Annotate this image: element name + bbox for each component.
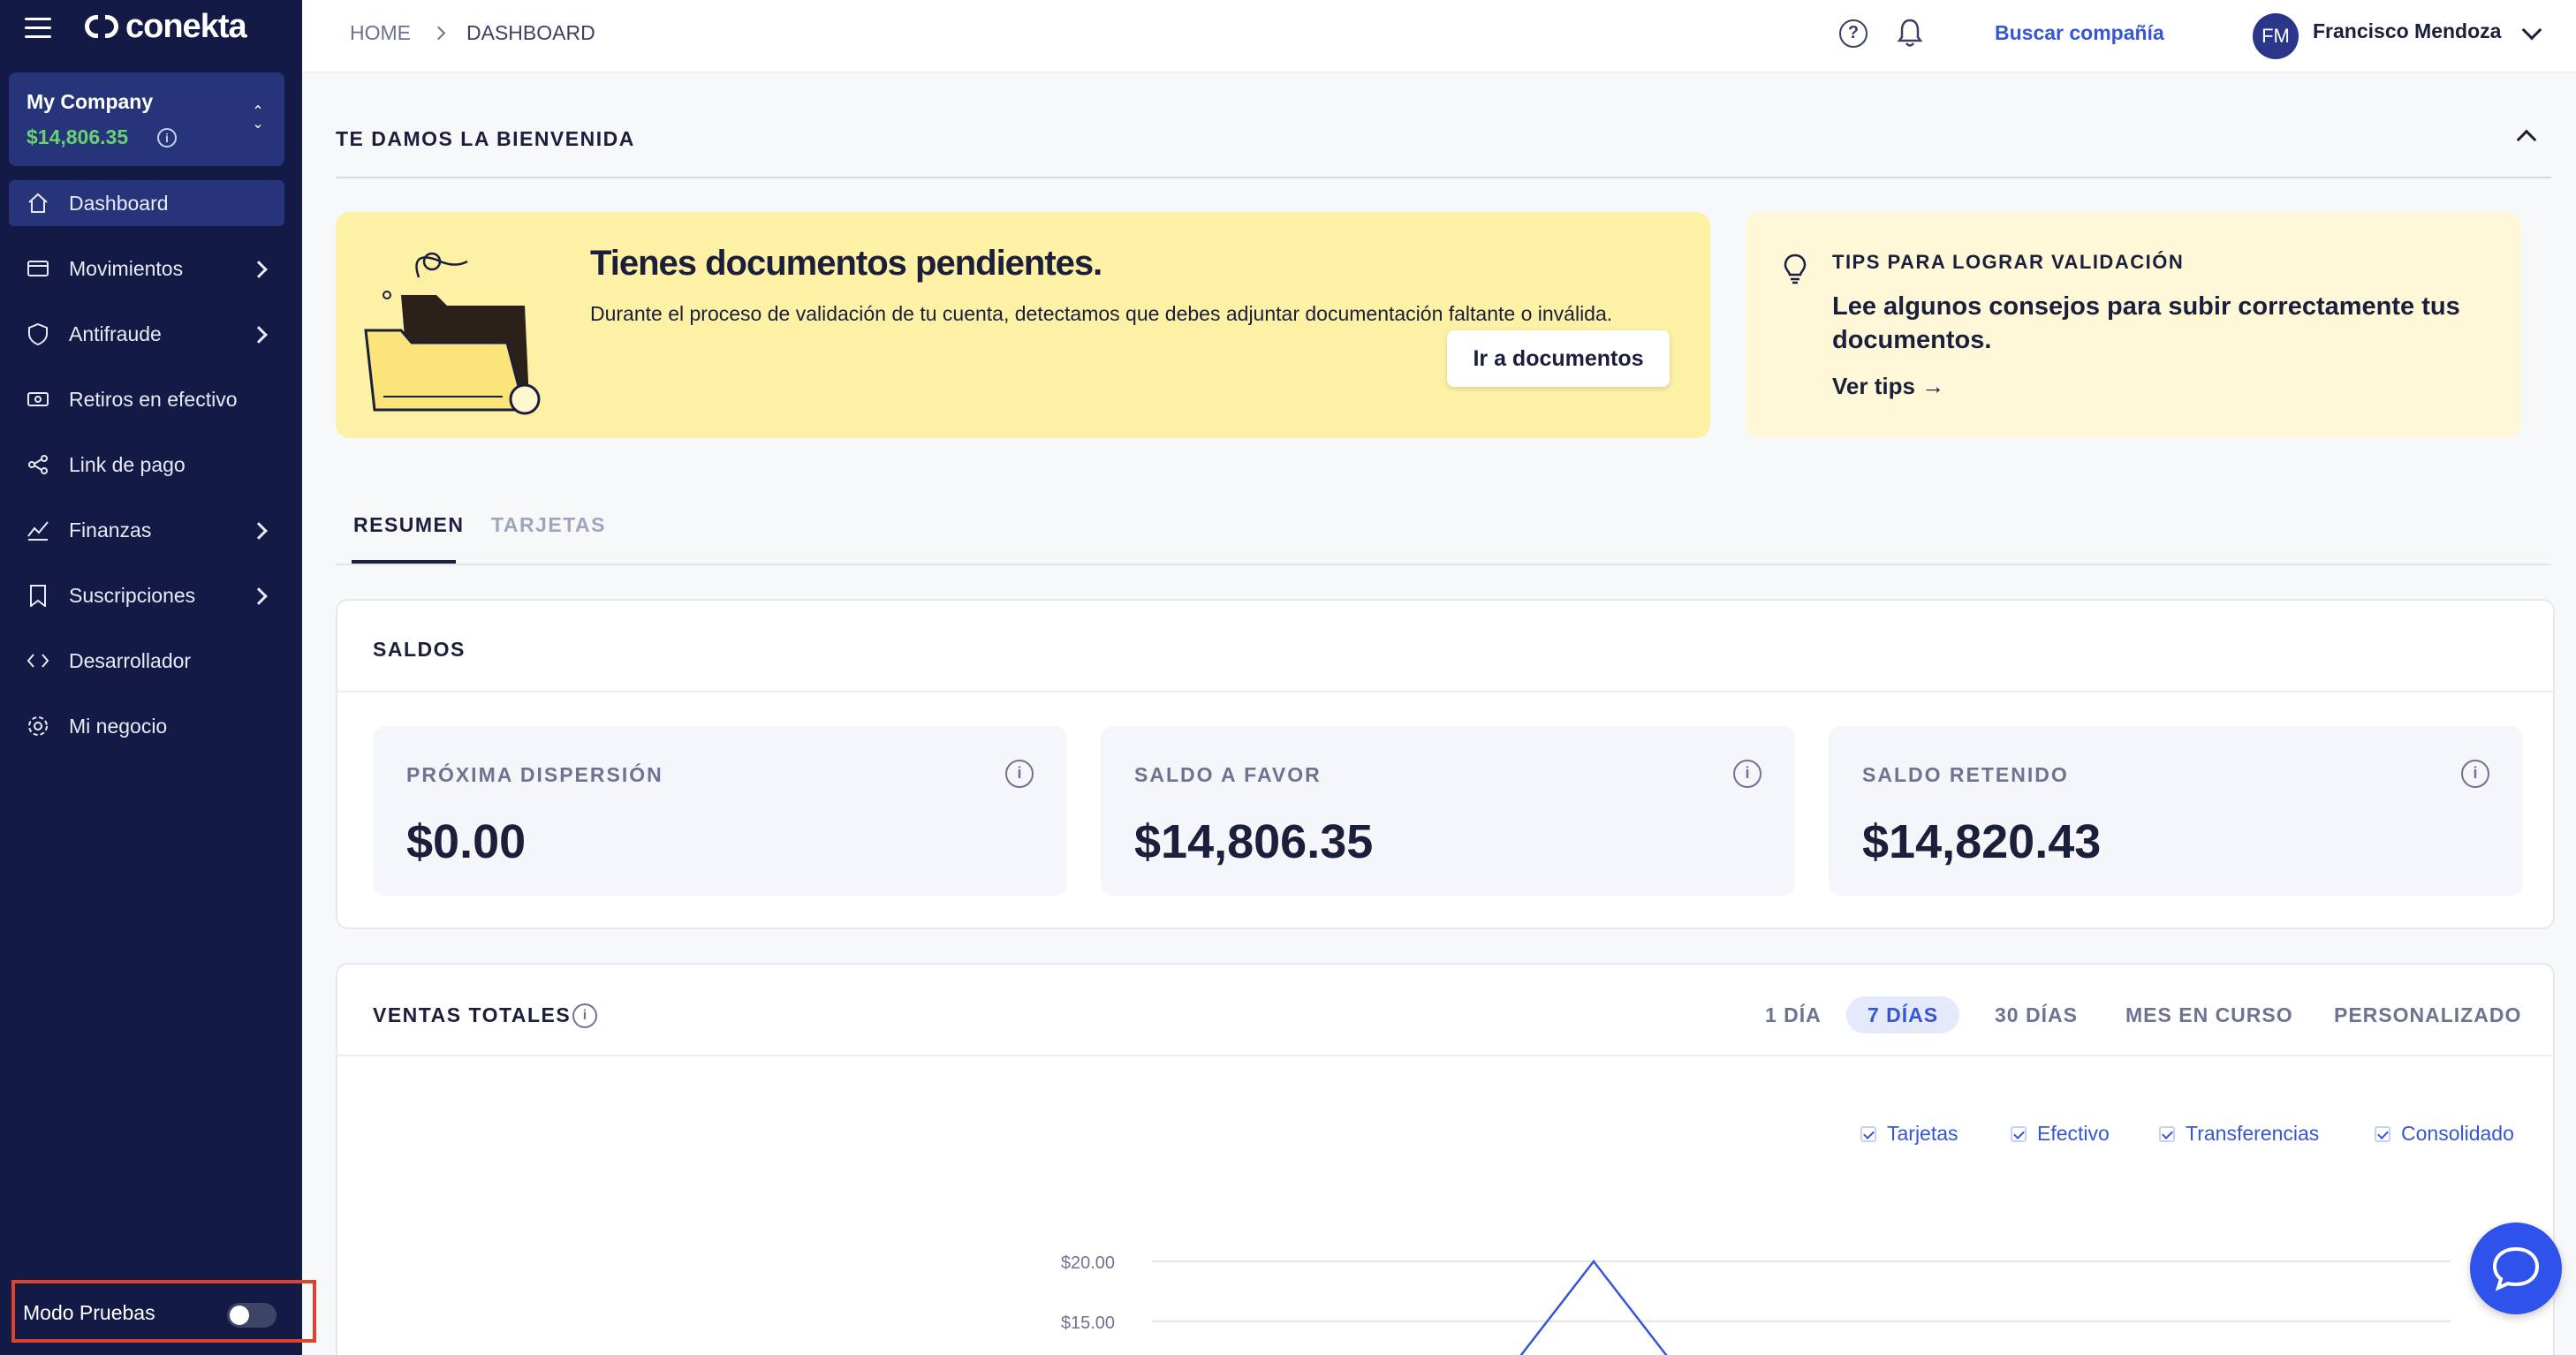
company-name: My Company [27,90,154,113]
user-name[interactable]: Francisco Mendoza [2313,19,2501,43]
sidebar-item-label: Movimientos [69,256,184,280]
sidebar-item-suscripciones[interactable]: Suscripciones [9,572,284,618]
home-icon [28,193,48,213]
bell-icon[interactable] [1896,18,1924,49]
pending-description: Durante el proceso de validación de tu c… [590,302,1613,325]
welcome-title: TE DAMOS LA BIENVENIDA [336,127,635,150]
y-tick-label: $15.00 [1061,1313,1115,1333]
sidebar: conekta My Company $14,806.35 i ⌃ ⌄ Dashb… [0,0,316,1355]
active-tab-indicator [352,560,456,564]
logo[interactable]: conekta [85,7,247,46]
sidebar-item-label: Dashboard [69,191,169,215]
toggle-knob [230,1306,249,1325]
help-icon[interactable]: ? [1839,19,1868,48]
folder-illustration [364,252,541,415]
app-root: conekta My Company $14,806.35 i ⌃ ⌄ Dashb… [0,0,2576,1355]
logo-icon [85,15,118,38]
company-switcher[interactable]: My Company $14,806.35 i ⌃ ⌄ [9,72,284,166]
balance-value: $14,806.35 [1134,815,1374,868]
sidebar-item-label: Antifraude [69,322,162,345]
pending-title: Tienes documentos pendientes. [590,244,1102,283]
go-to-documents-button[interactable]: Ir a documentos [1447,330,1670,387]
chevron-updown-icon: ⌃ ⌄ [252,104,264,132]
chevron-up-icon[interactable] [2516,129,2537,150]
shield-icon [28,322,48,345]
chevron-right-icon [250,326,268,344]
avatar[interactable]: FM [2253,13,2299,59]
info-icon[interactable]: i [157,128,177,148]
wallet-icon [27,261,49,276]
dashboard-tabs: RESUMEN TARJETAS [336,509,2551,565]
chat-bubble-icon [2492,1246,2540,1291]
chevron-right-icon [250,522,268,540]
tips-label: TIPS PARA LOGRAR VALIDACIÓN [1832,251,2185,273]
test-mode-label: Modo Pruebas [23,1301,155,1324]
sidebar-item-movimientos[interactable]: Movimientos [9,246,284,291]
info-icon[interactable]: i [1005,760,1034,788]
view-tips-link[interactable]: Ver tips → [1832,373,1944,400]
balances-panel: SALDOS PRÓXIMA DISPERSIÓN $0.00 i SALDO … [336,599,2555,929]
sidebar-item-retiros-en-efectivo[interactable]: Retiros en efectivo [9,376,284,422]
test-mode-toggle[interactable] [227,1303,277,1328]
balance-card-retained: SALDO RETENIDO $14,820.43 i [1829,726,2523,896]
lightbulb-icon [1784,254,1807,284]
sidebar-nav: Dashboard Movimientos Antifraude Retiros en… [9,180,284,768]
balance-value: $0.00 [406,815,527,868]
sidebar-item-antifraude[interactable]: Antifraude [9,311,284,357]
code-icon [27,654,49,668]
y-tick-label: $20.00 [1061,1253,1115,1273]
sidebar-top: conekta [0,0,302,57]
sidebar-item-mi-negocio[interactable]: Mi negocio [9,703,284,749]
gear-icon [28,716,48,736]
company-balance: $14,806.35 [27,125,129,148]
sidebar-item-label: Mi negocio [69,714,168,738]
chart-line-icon [27,521,49,541]
balance-label: PRÓXIMA DISPERSIÓN [406,763,663,786]
breadcrumb-current: DASHBOARD [466,21,595,44]
balance-card-in-favor: SALDO A FAVOR $14,806.35 i [1101,726,1795,896]
tab-resumen[interactable]: RESUMEN [353,509,465,564]
search-company-link[interactable]: Buscar compañía [1995,21,2164,45]
balance-label: SALDO RETENIDO [1862,763,2069,786]
divider [337,691,2553,693]
series-line [1519,1259,1668,1355]
info-icon[interactable]: i [2461,760,2489,788]
balances-title: SALDOS [373,638,466,661]
cash-icon [27,392,49,406]
chevron-right-icon [250,587,268,605]
balance-value: $14,820.43 [1862,815,2102,868]
chevron-right-icon [250,261,268,278]
sidebar-item-link-de-pago[interactable]: Link de pago [9,442,284,488]
test-mode-toggle-area: Modo Pruebas [11,1280,316,1343]
sidebar-item-desarrollador[interactable]: Desarrollador [9,638,284,684]
breadcrumb-home[interactable]: HOME [350,21,411,45]
tips-card: TIPS PARA LOGRAR VALIDACIÓN Lee algunos … [1746,212,2521,438]
balance-card-next-dispersion: PRÓXIMA DISPERSIÓN $0.00 i [373,726,1067,896]
sales-chart: $20.00 $15.00 [1061,1253,2451,1355]
chevron-down-icon[interactable] [2521,19,2542,41]
tab-tarjetas[interactable]: TARJETAS [491,509,606,564]
sidebar-item-label: Retiros en efectivo [69,387,238,411]
tips-headline: Lee algunos consejos para subir correcta… [1832,292,2460,354]
top-header: HOME DASHBOARD ? Buscar compañía FM Fran… [302,0,2576,72]
sidebar-item-label: Suscripciones [69,583,196,607]
logo-text: conekta [125,7,247,45]
breadcrumb: HOME DASHBOARD [350,21,595,45]
total-sales-panel: VENTAS TOTALES i 1 DÍA 7 DÍAS 30 DÍAS ME… [336,963,2555,1355]
chat-button[interactable] [2470,1223,2562,1314]
bookmark-icon [30,585,46,607]
share-icon [28,455,48,474]
balance-label: SALDO A FAVOR [1134,763,1322,786]
info-icon[interactable]: i [1733,760,1762,788]
sidebar-item-label: Finanzas [69,518,152,541]
pending-documents-card: Tienes documentos pendientes. Durante el… [336,212,1710,438]
divider [336,177,2551,178]
sidebar-item-finanzas[interactable]: Finanzas [9,507,284,553]
chevron-right-icon [431,26,446,41]
sidebar-item-label: Link de pago [69,452,186,476]
sidebar-item-dashboard[interactable]: Dashboard [9,180,284,226]
menu-icon[interactable] [25,18,51,38]
sidebar-item-label: Desarrollador [69,648,192,672]
